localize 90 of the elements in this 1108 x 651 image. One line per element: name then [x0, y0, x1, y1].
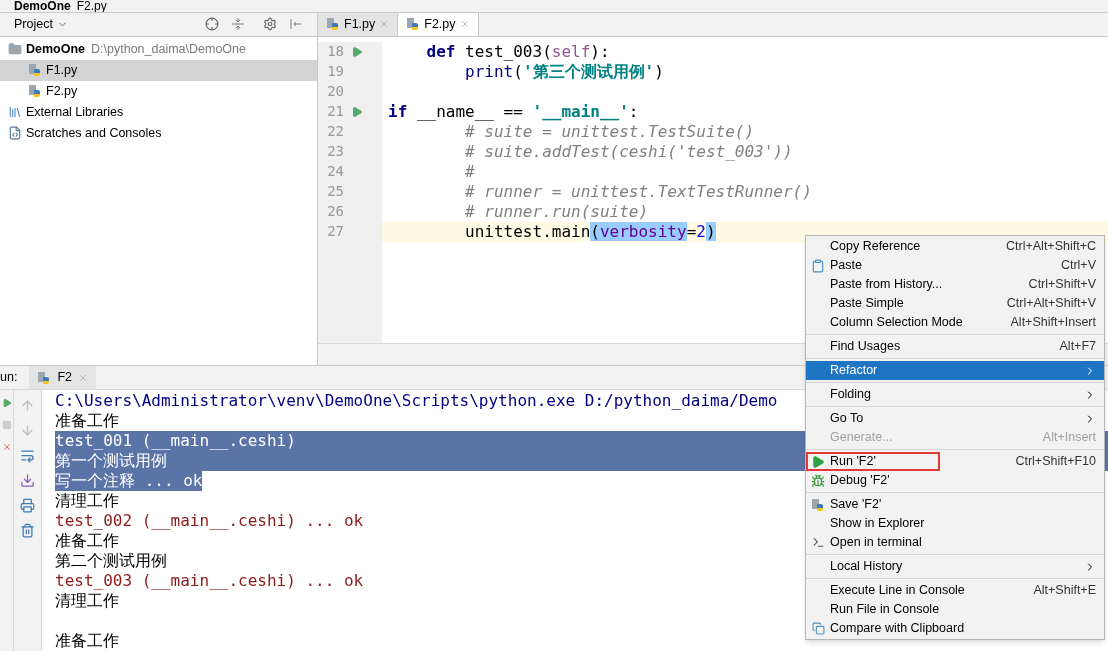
menu-item[interactable]: Compare with Clipboard	[806, 619, 1104, 638]
stop-icon[interactable]	[1, 420, 12, 430]
tree-item[interactable]: F1.py	[0, 59, 317, 81]
menu-item[interactable]: Folding	[806, 385, 1104, 404]
line-number: 23	[326, 142, 344, 162]
code-line: # runner = unittest.TextTestRunner()	[464, 180, 812, 203]
code-line: print('第三个测试用例')	[464, 61, 664, 83]
debug-icon	[811, 473, 825, 488]
run-tab[interactable]: F2	[29, 366, 96, 389]
line-number: 18	[326, 42, 344, 62]
line-number: 24	[326, 162, 344, 182]
compare-icon	[811, 622, 825, 635]
menu-item[interactable]: Paste Ctrl+V	[806, 256, 1104, 275]
menu-item[interactable]: Paste Simple Ctrl+Alt+Shift+V	[806, 294, 1104, 313]
tree-item[interactable]: F2.py	[0, 80, 317, 102]
console-line: 清理工作	[55, 591, 119, 611]
project-view-selector[interactable]: Project	[14, 15, 68, 34]
line-number: 25	[326, 182, 344, 202]
menu-item[interactable]: Go To	[806, 409, 1104, 428]
menu-item[interactable]: Paste from History... Ctrl+Shift+V	[806, 275, 1104, 294]
menu-item[interactable]: Local History	[806, 557, 1104, 576]
run-panel-title: un:	[0, 369, 19, 387]
python-file-icon	[811, 497, 825, 512]
menu-item[interactable]: Save 'F2'	[806, 495, 1104, 514]
code-line: unittest.main(verbosity=2)	[464, 220, 716, 243]
menu-item[interactable]: Find Usages Alt+F7	[806, 337, 1104, 356]
menu-item[interactable]: Column Selection Mode Alt+Shift+Insert	[806, 313, 1104, 332]
folder-path: D:\python_daima\DemoOne	[91, 41, 246, 58]
console-line: 准备工作	[55, 631, 119, 651]
menu-item[interactable]: Run 'F2' Ctrl+Shift+F10	[806, 452, 1104, 471]
console-line: 准备工作	[55, 411, 119, 431]
breadcrumb-item[interactable]: DemoOne	[14, 0, 71, 12]
code-line: # runner.run(suite)	[464, 200, 649, 223]
console-line: test_002 (__main__.ceshi) ... ok	[55, 511, 364, 531]
python-file-icon	[28, 84, 42, 99]
menu-item[interactable]: Open in terminal	[806, 533, 1104, 552]
menu-item[interactable]: Run File in Console	[806, 600, 1104, 619]
tree-item[interactable]: External Libraries	[0, 101, 317, 123]
library-icon	[8, 105, 22, 120]
trash-icon[interactable]	[20, 523, 35, 538]
python-file-icon	[326, 17, 340, 32]
code-line: def test_003(self):	[425, 40, 610, 63]
tree-item[interactable]: Scratches and Consoles	[0, 122, 317, 144]
python-file-icon	[406, 17, 421, 32]
console-line: 清理工作	[55, 491, 119, 511]
menu-item[interactable]: Copy Reference Ctrl+Alt+Shift+C	[806, 237, 1104, 256]
console-line: 第二个测试用例	[55, 551, 167, 571]
print-icon[interactable]	[20, 498, 35, 513]
locate-icon[interactable]	[205, 17, 219, 32]
line-number: 19	[326, 62, 344, 82]
close-icon[interactable]	[1, 442, 12, 452]
folder-icon	[8, 42, 22, 57]
clipboard-icon	[811, 258, 825, 273]
scratch-icon	[8, 126, 22, 141]
menu-item[interactable]: Execute Line in Console Alt+Shift+E	[806, 581, 1104, 600]
terminal-icon	[811, 536, 825, 549]
line-number: 22	[326, 122, 344, 142]
down-arrow-icon[interactable]	[20, 423, 35, 438]
line-number: 21	[326, 102, 344, 122]
code-line: # suite = unittest.TestSuite()	[464, 121, 755, 143]
line-number: 26	[326, 202, 344, 222]
line-number: 27	[326, 222, 344, 242]
run-icon[interactable]	[351, 105, 363, 118]
collapse-icon[interactable]	[231, 17, 245, 32]
close-icon[interactable]	[379, 19, 390, 30]
soft-wrap-icon[interactable]	[20, 448, 35, 463]
run-icon[interactable]	[351, 45, 363, 58]
code-line: if __name__ == '__main__':	[387, 100, 639, 123]
run-icon	[811, 454, 825, 469]
code-line: #	[464, 160, 475, 183]
scroll-to-end-icon[interactable]	[20, 473, 35, 488]
python-file-icon	[37, 370, 52, 385]
python-file-icon	[28, 63, 42, 78]
console-line: 准备工作	[55, 531, 119, 551]
code-line: # suite.addTest(ceshi('test_003'))	[464, 140, 793, 163]
breadcrumb-item[interactable]: F2.py	[76, 0, 107, 12]
menu-item[interactable]: Debug 'F2'	[806, 471, 1104, 490]
settings-icon[interactable]	[263, 17, 277, 32]
line-number: 20	[326, 82, 344, 102]
hide-panel-icon[interactable]	[289, 17, 303, 32]
console-line: test_003 (__main__.ceshi) ... ok	[55, 571, 364, 591]
menu-item[interactable]: Refactor	[806, 361, 1104, 380]
close-icon[interactable]	[78, 372, 88, 383]
menu-item[interactable]: Show in Explorer	[806, 514, 1104, 533]
rerun-icon[interactable]	[1, 398, 12, 408]
close-icon[interactable]	[459, 19, 470, 30]
editor-tab[interactable]: F2.py	[398, 12, 479, 36]
console-line: C:\Users\Administrator\venv\DemoOne\Scripts\python.exe D:/python_daima/Demo	[55, 391, 778, 411]
tree-item[interactable]: DemoOne D:\python_daima\DemoOne	[0, 38, 317, 60]
editor-tab[interactable]: F1.py	[318, 12, 399, 36]
